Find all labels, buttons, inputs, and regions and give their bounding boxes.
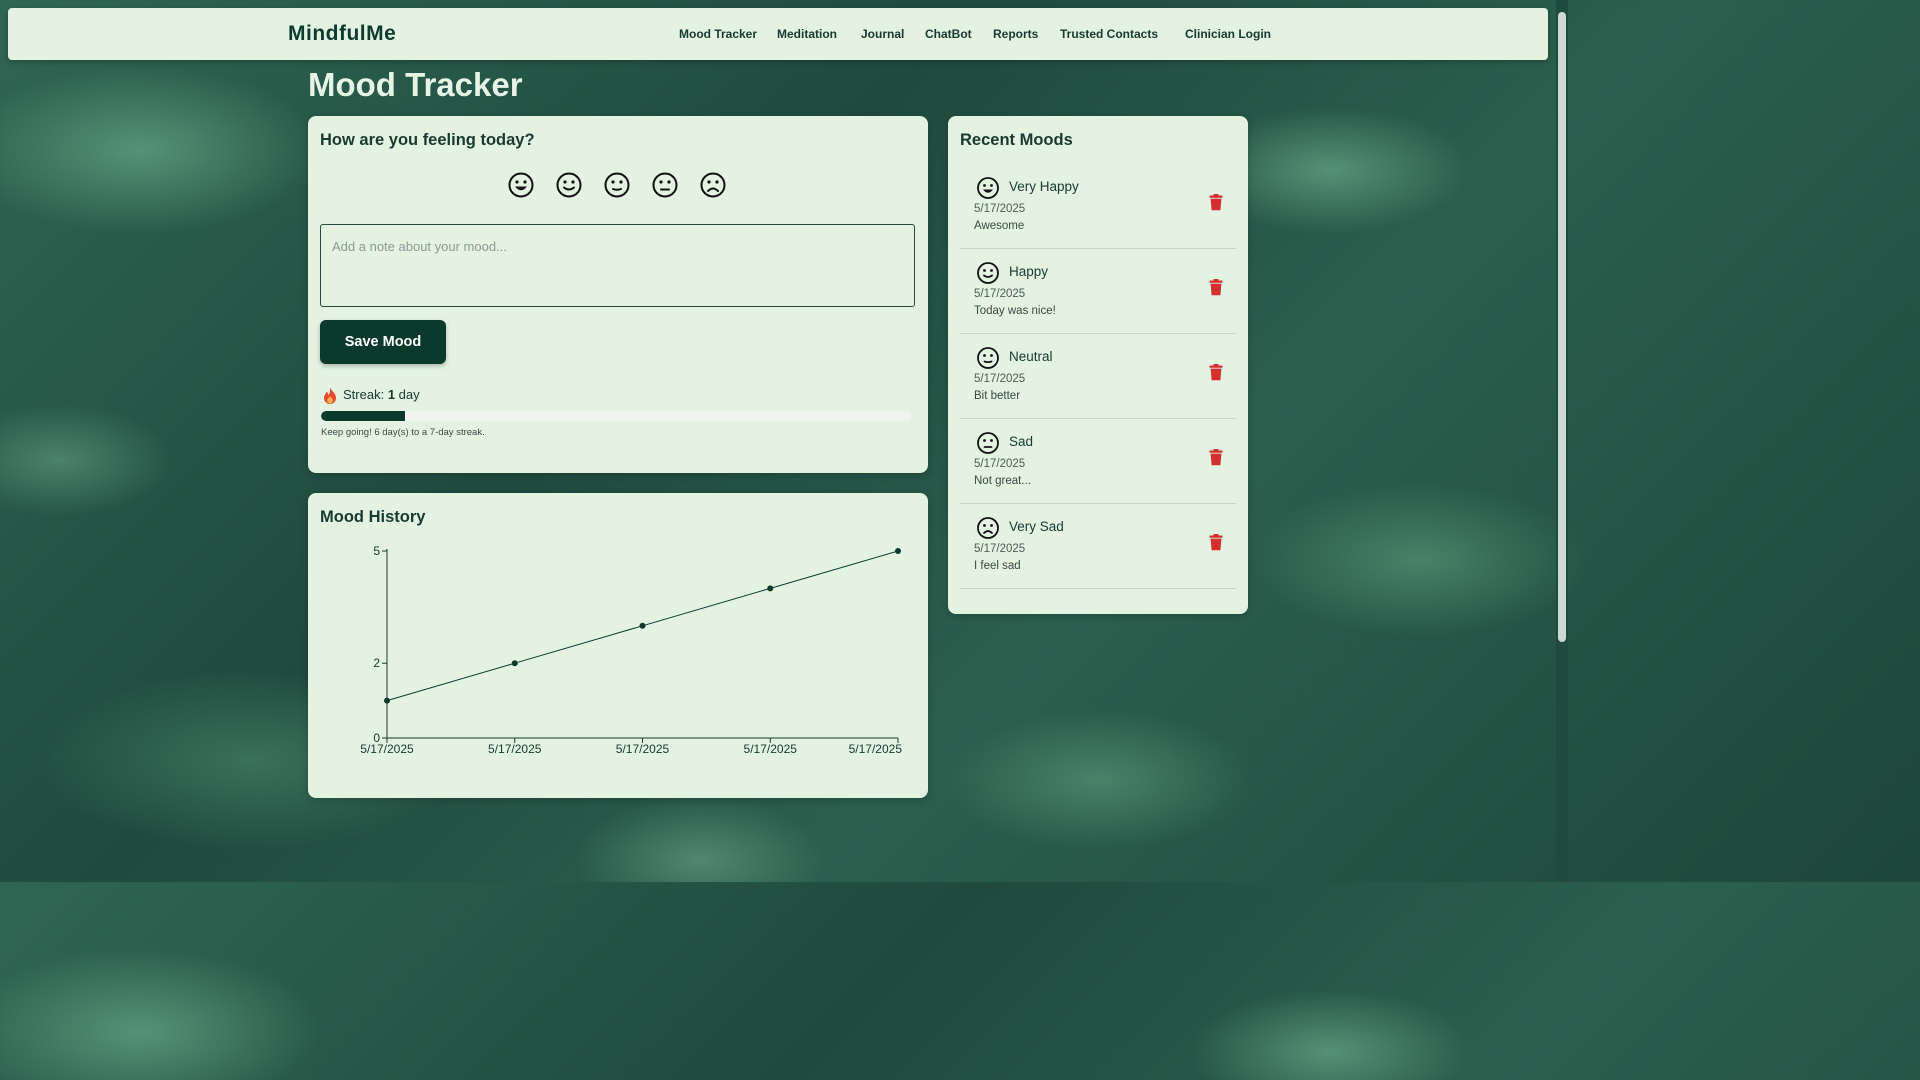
save-mood-button[interactable]: Save Mood [320, 320, 446, 364]
mood-note: Bit better [974, 390, 1021, 402]
streak-progress-bar [321, 411, 911, 421]
mood-note: Today was nice! [974, 305, 1056, 317]
mood-date: 5/17/2025 [974, 373, 1026, 385]
streak-message: Keep going! 6 day(s) to a 7-day streak. [321, 427, 485, 438]
very-sad-icon[interactable] [699, 171, 727, 199]
streak-label: Streak: [343, 387, 385, 402]
very-happy-icon [977, 177, 999, 199]
nav-chatbot[interactable]: ChatBot [925, 27, 972, 41]
delete-icon[interactable] [1209, 194, 1223, 211]
mood-data-point [384, 697, 390, 704]
mood-date: 5/17/2025 [974, 288, 1026, 300]
checkin-heading: How are you feeling today? [320, 131, 535, 149]
page-title: Mood Tracker [308, 66, 523, 103]
recent-mood-item: Sad 5/17/2025 Not great... [960, 418, 1236, 504]
delete-icon[interactable] [1209, 279, 1223, 296]
nav-reports[interactable]: Reports [993, 27, 1038, 41]
mood-data-point [767, 585, 774, 592]
page-scrollbar-thumb[interactable] [1558, 12, 1566, 642]
mood-date: 5/17/2025 [974, 543, 1026, 555]
fire-icon [324, 387, 336, 404]
neutral-icon [977, 347, 999, 369]
mood-label: Sad [1009, 434, 1034, 449]
streak-unit: day [398, 387, 420, 402]
x-tick-label: 5/17/2025 [360, 742, 414, 756]
recent-mood-item: Very Sad 5/17/2025 I feel sad [960, 503, 1236, 589]
recent-heading: Recent Moods [960, 131, 1073, 149]
nav-clinician-login[interactable]: Clinician Login [1185, 27, 1271, 41]
y-tick-label: 5 [373, 544, 380, 558]
y-tick-label: 2 [373, 656, 380, 670]
very-sad-icon [977, 517, 999, 539]
mood-date: 5/17/2025 [974, 203, 1026, 215]
mood-label: Happy [1009, 264, 1049, 279]
very-happy-icon[interactable] [507, 171, 535, 199]
streak-progress-fill [321, 411, 406, 421]
top-navbar: MindfulMe Mood Tracker Meditation Journa… [8, 8, 1548, 60]
happy-icon [977, 262, 999, 284]
mood-note-input[interactable] [320, 224, 915, 307]
mood-note: I feel sad [974, 560, 1021, 572]
delete-icon[interactable] [1209, 449, 1223, 466]
happy-icon[interactable] [555, 171, 583, 199]
x-tick-label: 5/17/2025 [488, 742, 542, 756]
history-heading: Mood History [320, 508, 426, 526]
sad-icon [977, 432, 999, 454]
nav-journal[interactable]: Journal [861, 27, 904, 41]
mood-label: Very Happy [1009, 179, 1079, 194]
delete-icon[interactable] [1209, 364, 1223, 381]
mood-note: Not great... [974, 475, 1031, 487]
recent-mood-item: Happy 5/17/2025 Today was nice! [960, 248, 1236, 334]
x-tick-label: 5/17/2025 [744, 742, 798, 756]
neutral-icon[interactable] [603, 171, 631, 199]
mood-data-point [511, 660, 518, 667]
delete-icon[interactable] [1209, 534, 1223, 551]
mood-label: Neutral [1009, 349, 1053, 364]
mood-date: 5/17/2025 [974, 458, 1026, 470]
mood-label: Very Sad [1009, 519, 1064, 534]
mood-data-point [639, 622, 646, 629]
sad-icon[interactable] [651, 171, 679, 199]
nav-mood-tracker[interactable]: Mood Tracker [679, 27, 757, 41]
nav-trusted-contacts[interactable]: Trusted Contacts [1060, 27, 1158, 41]
recent-mood-item: Neutral 5/17/2025 Bit better [960, 333, 1236, 419]
recent-mood-item: Very Happy 5/17/2025 Awesome [960, 163, 1236, 249]
nav-meditation[interactable]: Meditation [777, 27, 837, 41]
streak-count: 1 [387, 387, 396, 402]
x-tick-label: 5/17/2025 [849, 742, 903, 756]
brand-logo[interactable]: MindfulMe [288, 22, 396, 46]
mood-history-chart: 0255/17/2025 5/17/2025 5/17/2025 5/17/2025 5… [360, 544, 903, 756]
mood-note: Awesome [974, 220, 1025, 232]
mood-data-point [895, 548, 901, 554]
x-tick-label: 5/17/2025 [616, 742, 670, 756]
